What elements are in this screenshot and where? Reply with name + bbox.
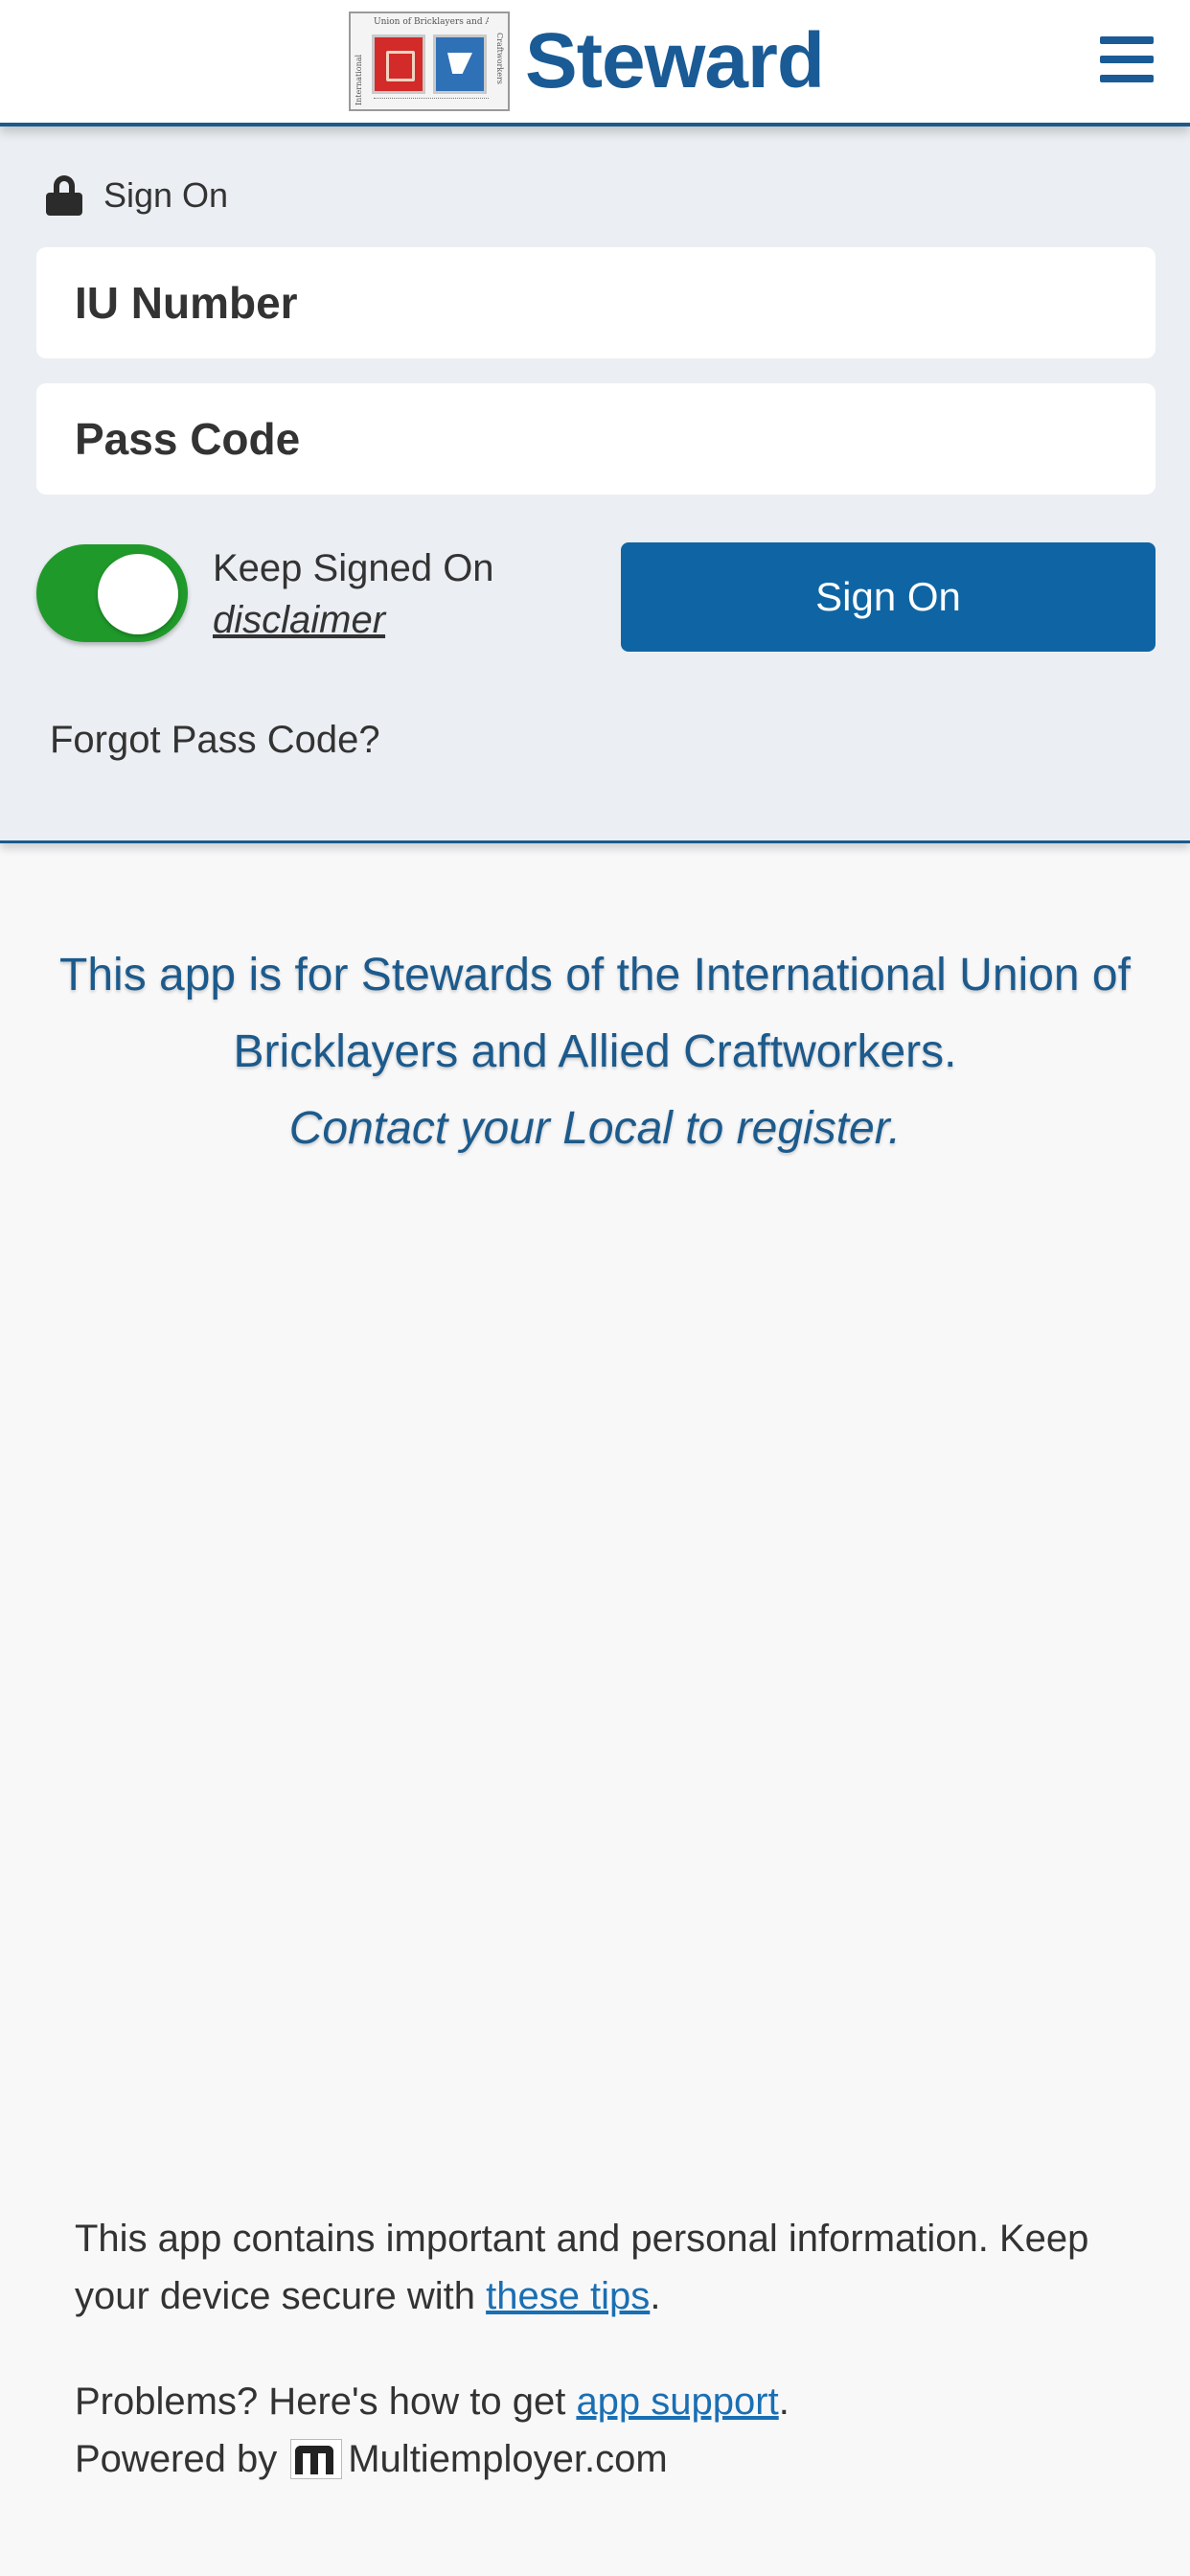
iu-number-placeholder: IU Number xyxy=(75,278,298,328)
pass-code-placeholder: Pass Code xyxy=(75,414,301,464)
logo-right-text: Craftworkers xyxy=(495,33,504,84)
toggle-knob xyxy=(98,554,178,634)
problems-text: Problems? Here's how to get xyxy=(75,2380,577,2423)
app-header: Union of Bricklayers and Allied Internat… xyxy=(0,0,1190,126)
footer: This app contains important and personal… xyxy=(75,2210,1129,2488)
security-notice: This app contains important and personal… xyxy=(75,2218,1089,2317)
logo-left-text: International xyxy=(355,54,363,105)
menu-bar xyxy=(1100,75,1154,82)
app-support-link[interactable]: app support xyxy=(576,2380,778,2423)
logo-blue-panel-icon xyxy=(433,34,487,94)
iu-number-input[interactable]: IU Number xyxy=(36,247,1156,358)
logo-red-panel-icon xyxy=(372,34,425,94)
register-text: Contact your Local to register. xyxy=(288,1103,902,1154)
info-text: This app is for Stewards of the Internat… xyxy=(59,950,1131,1077)
signon-heading: Sign On xyxy=(46,174,228,217)
powered-by-label: Powered by xyxy=(75,2438,278,2480)
disclaimer-link[interactable]: disclaimer xyxy=(213,596,385,644)
logo-top-text: Union of Bricklayers and Allied xyxy=(374,17,489,27)
powered-by: Powered by Multiemployer.com xyxy=(75,2430,1129,2488)
signon-heading-label: Sign On xyxy=(103,175,229,215)
menu-bar xyxy=(1100,36,1154,44)
keep-signed-on-toggle[interactable] xyxy=(36,544,188,642)
support-notice: Problems? Here's how to get app support. xyxy=(75,2380,790,2423)
signon-panel: Sign On IU Number Pass Code Keep Signed … xyxy=(0,126,1190,843)
pass-code-input[interactable]: Pass Code xyxy=(36,383,1156,494)
info-message: This app is for Stewards of the Internat… xyxy=(57,937,1133,1167)
menu-bar xyxy=(1100,56,1154,63)
sign-on-button[interactable]: Sign On xyxy=(621,542,1156,652)
app-title: Steward xyxy=(525,17,825,104)
lock-icon xyxy=(46,175,82,216)
keep-signed-on-label: Keep Signed On xyxy=(213,547,494,589)
hamburger-menu-icon[interactable] xyxy=(1096,29,1159,92)
these-tips-link[interactable]: these tips xyxy=(486,2275,650,2317)
union-logo: Union of Bricklayers and Allied Internat… xyxy=(349,12,510,111)
logo-bottom-rule xyxy=(374,98,489,105)
forgot-pass-code-link[interactable]: Forgot Pass Code? xyxy=(50,719,380,762)
powered-by-brand: Multiemployer.com xyxy=(348,2438,668,2480)
multiemployer-logo-icon xyxy=(290,2439,343,2479)
